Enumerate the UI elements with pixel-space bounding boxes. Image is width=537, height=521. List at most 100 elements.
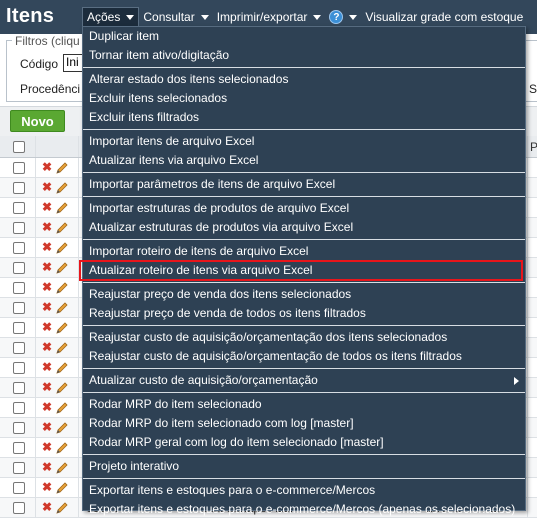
menu-item[interactable]: Reajustar custo de aquisição/orçamentaçã… (83, 347, 525, 366)
delete-x-icon[interactable]: ✖ (42, 320, 52, 334)
menu-item[interactable]: Atualizar roteiro de itens via arquivo E… (79, 260, 523, 281)
menu-separator (83, 239, 525, 240)
column-divider (78, 298, 79, 317)
delete-x-icon[interactable]: ✖ (42, 220, 52, 234)
menu-item[interactable]: Importar parâmetros de itens de arquivo … (83, 175, 525, 194)
column-divider (78, 178, 79, 197)
column-divider (527, 218, 528, 237)
pencil-edit-icon[interactable] (56, 221, 69, 237)
row-checkbox[interactable] (13, 342, 25, 354)
menu-separator (83, 172, 525, 173)
column-divider (527, 498, 528, 517)
menu-separator (83, 282, 525, 283)
menu-help[interactable]: ? (325, 7, 361, 27)
row-checkbox[interactable] (13, 442, 25, 454)
pencil-edit-icon[interactable] (56, 241, 69, 257)
menu-item[interactable]: Rodar MRP do item selecionado com log [m… (83, 414, 525, 433)
column-header-p[interactable]: P (530, 140, 537, 154)
delete-x-icon[interactable]: ✖ (42, 500, 52, 514)
row-checkbox[interactable] (13, 282, 25, 294)
pencil-edit-icon[interactable] (56, 281, 69, 297)
menu-item[interactable]: Atualizar itens via arquivo Excel (83, 151, 525, 170)
row-checkbox[interactable] (13, 302, 25, 314)
menu-item[interactable]: Excluir itens filtrados (83, 108, 525, 127)
menu-visualizar-grade[interactable]: Visualizar grade com estoque (361, 7, 527, 27)
row-checkbox[interactable] (13, 462, 25, 474)
row-checkbox[interactable] (13, 242, 25, 254)
column-divider (35, 158, 36, 177)
row-checkbox[interactable] (13, 502, 25, 514)
menu-imprimir-exportar[interactable]: Imprimir/exportar (213, 7, 326, 27)
pencil-edit-icon[interactable] (56, 381, 69, 397)
delete-x-icon[interactable]: ✖ (42, 460, 52, 474)
row-checkbox[interactable] (13, 382, 25, 394)
delete-x-icon[interactable]: ✖ (42, 280, 52, 294)
delete-x-icon[interactable]: ✖ (42, 200, 52, 214)
delete-x-icon[interactable]: ✖ (42, 380, 52, 394)
delete-x-icon[interactable]: ✖ (42, 180, 52, 194)
select-all-checkbox[interactable] (13, 141, 25, 153)
pencil-edit-icon[interactable] (56, 361, 69, 377)
delete-x-icon[interactable]: ✖ (42, 480, 52, 494)
row-checkbox[interactable] (13, 482, 25, 494)
pencil-edit-icon[interactable] (56, 501, 69, 517)
row-checkbox[interactable] (13, 182, 25, 194)
menu-acoes[interactable]: Ações (82, 7, 140, 27)
delete-x-icon[interactable]: ✖ (42, 420, 52, 434)
row-checkbox[interactable] (13, 402, 25, 414)
pencil-edit-icon[interactable] (56, 461, 69, 477)
pencil-edit-icon[interactable] (56, 481, 69, 497)
menu-item[interactable]: Exportar itens e estoques para o e-comme… (83, 500, 525, 519)
row-checkbox[interactable] (13, 422, 25, 434)
delete-x-icon[interactable]: ✖ (42, 260, 52, 274)
delete-x-icon[interactable]: ✖ (42, 300, 52, 314)
pencil-edit-icon[interactable] (56, 421, 69, 437)
caret-down-icon (126, 14, 135, 20)
row-checkbox[interactable] (13, 262, 25, 274)
row-checkbox[interactable] (13, 362, 25, 374)
column-divider (527, 418, 528, 437)
delete-x-icon[interactable]: ✖ (42, 360, 52, 374)
novo-button[interactable]: Novo (10, 110, 65, 132)
column-divider (35, 498, 36, 517)
menu-item[interactable]: Exportar itens e estoques para o e-comme… (83, 481, 525, 500)
pencil-edit-icon[interactable] (56, 341, 69, 357)
menu-consultar[interactable]: Consultar (139, 7, 212, 27)
delete-x-icon[interactable]: ✖ (42, 240, 52, 254)
menu-item[interactable]: Projeto interativo (83, 457, 525, 476)
pencil-edit-icon[interactable] (56, 201, 69, 217)
column-divider (78, 198, 79, 217)
pencil-edit-icon[interactable] (56, 181, 69, 197)
pencil-edit-icon[interactable] (56, 401, 69, 417)
page-title: Itens (6, 5, 55, 27)
menu-item[interactable]: Importar estruturas de produtos de arqui… (83, 199, 525, 218)
menu-item[interactable]: Reajustar preço de venda de todos os ite… (83, 304, 525, 323)
pencil-edit-icon[interactable] (56, 161, 69, 177)
menu-item[interactable]: Atualizar custo de aquisição/orçamentaçã… (83, 371, 525, 390)
pencil-edit-icon[interactable] (56, 261, 69, 277)
delete-x-icon[interactable]: ✖ (42, 160, 52, 174)
menu-item[interactable]: Rodar MRP do item selecionado (83, 395, 525, 414)
pencil-edit-icon[interactable] (56, 441, 69, 457)
delete-x-icon[interactable]: ✖ (42, 440, 52, 454)
pencil-edit-icon[interactable] (56, 301, 69, 317)
menu-item[interactable]: Duplicar item (83, 27, 525, 46)
row-checkbox[interactable] (13, 222, 25, 234)
row-checkbox[interactable] (13, 322, 25, 334)
menu-item[interactable]: Importar roteiro de itens de arquivo Exc… (83, 242, 525, 261)
column-divider (527, 198, 528, 217)
menu-item[interactable]: Reajustar custo de aquisição/orçamentaçã… (83, 328, 525, 347)
delete-x-icon[interactable]: ✖ (42, 400, 52, 414)
pencil-edit-icon[interactable] (56, 321, 69, 337)
menu-item[interactable]: Atualizar estruturas de produtos via arq… (83, 218, 525, 237)
menu-item[interactable]: Rodar MRP geral com log do item selecion… (83, 433, 525, 452)
row-checkbox[interactable] (13, 202, 25, 214)
menu-item[interactable]: Alterar estado dos itens selecionados (83, 70, 525, 89)
menu-item[interactable]: Reajustar preço de venda dos itens selec… (83, 285, 525, 304)
menu-item[interactable]: Tornar item ativo/digitação (83, 46, 525, 65)
menu-item[interactable]: Importar itens de arquivo Excel (83, 132, 525, 151)
menu-item[interactable]: Excluir itens selecionados (83, 89, 525, 108)
row-checkbox[interactable] (13, 162, 25, 174)
delete-x-icon[interactable]: ✖ (42, 340, 52, 354)
column-divider (78, 258, 79, 277)
